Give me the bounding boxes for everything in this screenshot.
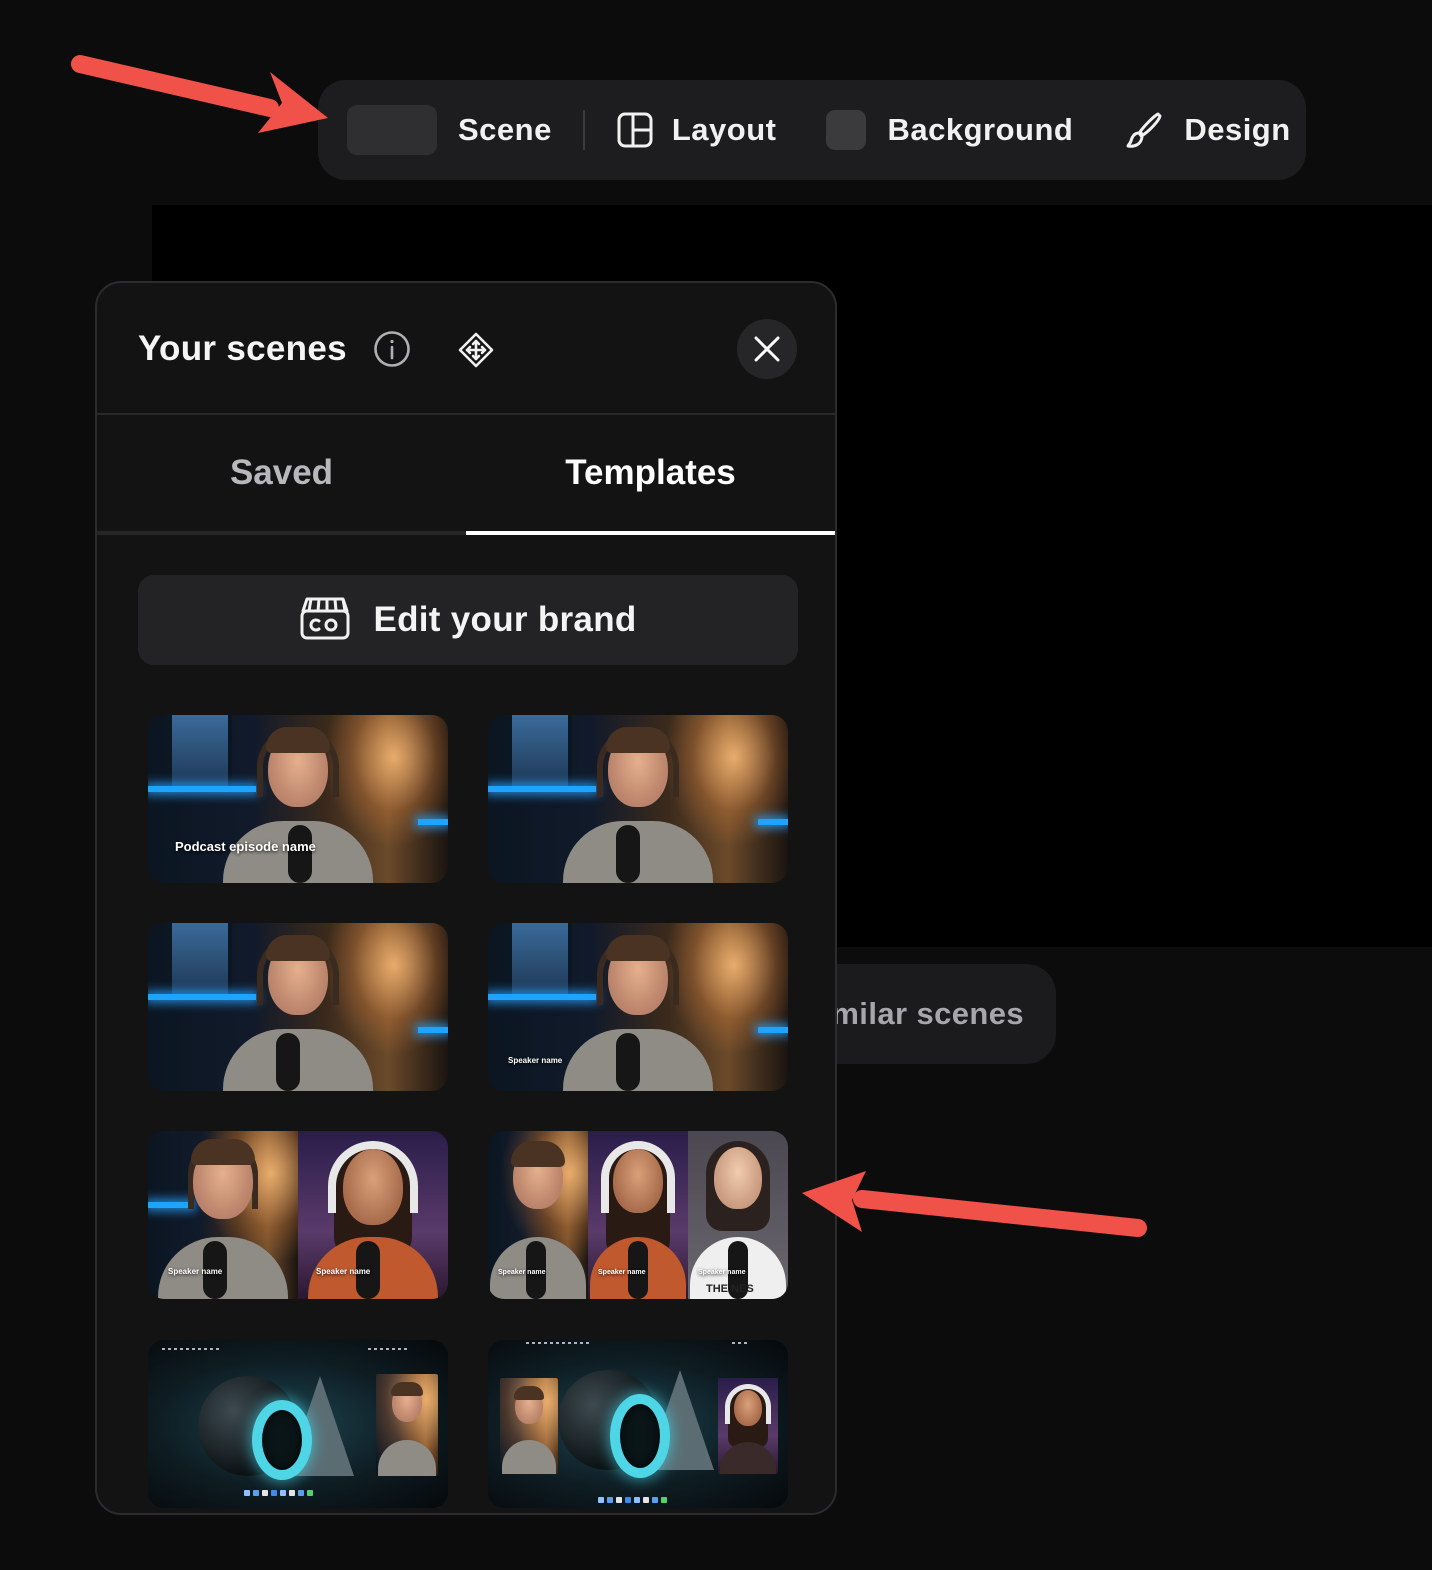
thumbnail-caption: Speaker name [598,1269,646,1276]
thumbnail-caption: Speaker name [316,1267,371,1276]
paintbrush-icon [1125,111,1163,149]
template-thumbnail-screen-share-one-cam[interactable] [148,1340,448,1508]
layout-button[interactable]: Layout [617,112,777,148]
brand-camera-icon [299,595,351,646]
tab-templates[interactable]: Templates [466,415,835,535]
scene-tabs: Saved Templates [97,415,835,535]
template-thumbnail-two-speakers[interactable]: Speaker name Speaker name [148,1131,448,1299]
template-thumbnail-three-speakers[interactable]: Speaker name Speaker name Speaker name T… [488,1131,788,1299]
scene-toolbar: Scene Layout Background Design [318,80,1306,180]
panel-header: Your scenes [97,283,835,415]
panel-title: Your scenes [138,329,347,368]
scene-thumbnail-swatch [347,105,437,155]
layout-label: Layout [671,112,777,147]
thumbnail-caption: Speaker name [168,1267,223,1276]
design-label: Design [1184,112,1291,147]
toolbar-divider [582,110,585,150]
template-thumbnail-solo-clean[interactable] [148,923,448,1091]
edit-brand-button[interactable]: Edit your brand [138,575,798,665]
scene-button[interactable]: Scene [347,105,552,155]
annotation-arrow-toolbar [71,55,328,133]
background-button[interactable]: Background [826,110,1073,150]
close-button[interactable] [737,319,797,379]
dock-icons [598,1497,667,1503]
close-icon [754,336,780,362]
dock-icons [244,1490,313,1496]
background-label: Background [887,112,1074,147]
thumbnail-caption: Speaker name [508,1056,563,1065]
background-color-swatch [826,110,867,150]
template-thumbnail-solo[interactable] [488,715,788,883]
info-icon[interactable] [373,330,411,373]
thumbnail-badge: THE NES [706,1283,754,1295]
design-button[interactable]: Design [1125,111,1290,149]
your-scenes-panel: Your scenes Saved Templates Edit your br… [95,281,837,1515]
thumbnail-caption: Podcast episode name [175,839,316,854]
template-thumbnail-speaker-name[interactable]: Speaker name [488,923,788,1091]
tab-saved[interactable]: Saved [97,415,466,531]
template-thumbnail-screen-share-two-cams[interactable] [488,1340,788,1508]
scene-label: Scene [458,112,552,147]
similar-scenes-label: milar scenes [831,996,1024,1031]
move-drag-icon[interactable] [458,332,494,373]
edit-brand-label: Edit your brand [373,600,637,639]
annotation-arrow-template [802,1171,1147,1237]
layout-grid-icon [617,112,653,148]
thumbnail-caption: Speaker name [698,1269,746,1276]
thumbnail-caption: Speaker name [498,1269,546,1276]
template-thumbnail-podcast-title[interactable]: Podcast episode name [148,715,448,883]
